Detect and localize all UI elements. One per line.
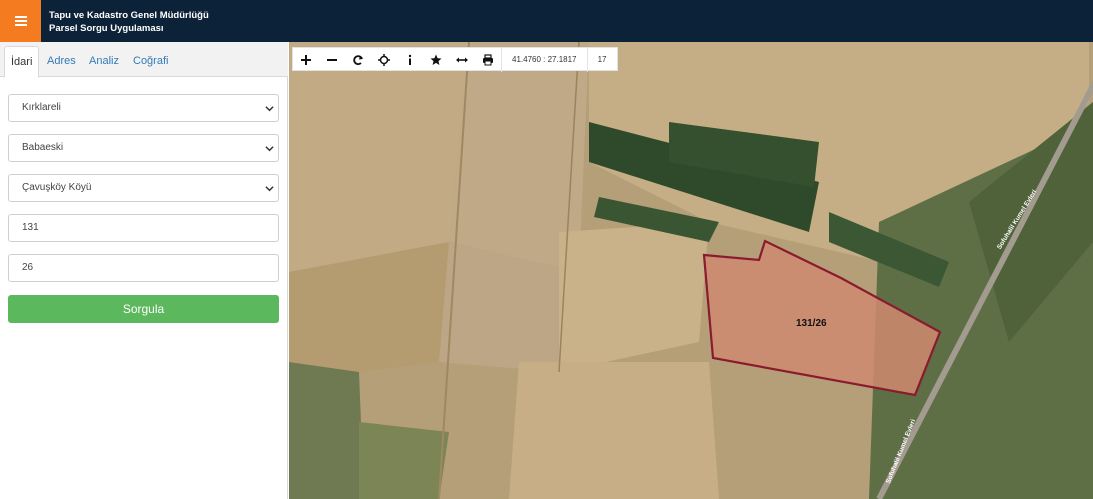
locate-icon bbox=[378, 54, 390, 66]
map-toolbar: 41.4760 : 27.1817 17 bbox=[292, 47, 618, 72]
block-value: 131 bbox=[22, 222, 39, 233]
print-button[interactable] bbox=[475, 48, 501, 72]
parcel-value: 26 bbox=[22, 262, 34, 273]
query-sidebar: İdari Adres Analiz Coğrafi Kırklareli Ba… bbox=[0, 42, 288, 499]
tab-adres[interactable]: Adres bbox=[47, 46, 76, 77]
hamburger-icon bbox=[14, 16, 27, 26]
info-icon bbox=[408, 54, 412, 65]
satellite-imagery bbox=[289, 42, 1093, 499]
province-select[interactable]: Kırklareli bbox=[8, 94, 279, 122]
province-value: Kırklareli bbox=[22, 102, 61, 113]
district-value: Babaeski bbox=[22, 142, 64, 153]
map-view[interactable]: 131/26 Sofuhalil Kumel Evleri Sofuhalil … bbox=[289, 42, 1093, 499]
chevron-down-icon bbox=[265, 186, 274, 192]
district-select[interactable]: Babaeski bbox=[8, 134, 279, 162]
locate-button[interactable] bbox=[371, 48, 397, 72]
tab-cografi[interactable]: Coğrafi bbox=[133, 46, 168, 77]
menu-button[interactable] bbox=[0, 0, 41, 42]
parcel-label: 131/26 bbox=[796, 318, 827, 329]
zoom-out-button[interactable] bbox=[319, 48, 345, 72]
neighborhood-value: Çavuşköy Köyü bbox=[22, 182, 92, 193]
app-title: Tapu ve Kadastro Genel Müdürlüğü Parsel … bbox=[49, 9, 209, 35]
query-button[interactable]: Sorgula bbox=[8, 295, 279, 323]
block-input[interactable]: 131 bbox=[8, 214, 279, 242]
app-title-line1: Tapu ve Kadastro Genel Müdürlüğü bbox=[49, 10, 209, 21]
print-icon bbox=[483, 54, 493, 66]
tab-bar: İdari Adres Analiz Coğrafi bbox=[0, 42, 288, 78]
parcel-input[interactable]: 26 bbox=[8, 254, 279, 282]
zoom-level: 17 bbox=[586, 48, 617, 72]
chevron-down-icon bbox=[265, 106, 274, 112]
zoom-in-icon bbox=[301, 55, 311, 65]
tab-analiz[interactable]: Analiz bbox=[89, 46, 119, 77]
star-icon bbox=[430, 54, 442, 65]
info-button[interactable] bbox=[397, 48, 423, 72]
measure-button[interactable] bbox=[449, 48, 475, 72]
favorite-button[interactable] bbox=[423, 48, 449, 72]
refresh-button[interactable] bbox=[345, 48, 371, 72]
coordinate-readout: 41.4760 : 27.1817 bbox=[501, 48, 587, 72]
chevron-down-icon bbox=[265, 146, 274, 152]
zoom-out-icon bbox=[327, 59, 337, 61]
measure-icon bbox=[456, 57, 468, 63]
zoom-in-button[interactable] bbox=[293, 48, 319, 72]
refresh-icon bbox=[353, 55, 363, 66]
tab-idari[interactable]: İdari bbox=[4, 46, 40, 78]
app-header: Tapu ve Kadastro Genel Müdürlüğü Parsel … bbox=[0, 0, 1093, 42]
app-title-line2: Parsel Sorgu Uygulaması bbox=[49, 23, 164, 34]
neighborhood-select[interactable]: Çavuşköy Köyü bbox=[8, 174, 279, 202]
